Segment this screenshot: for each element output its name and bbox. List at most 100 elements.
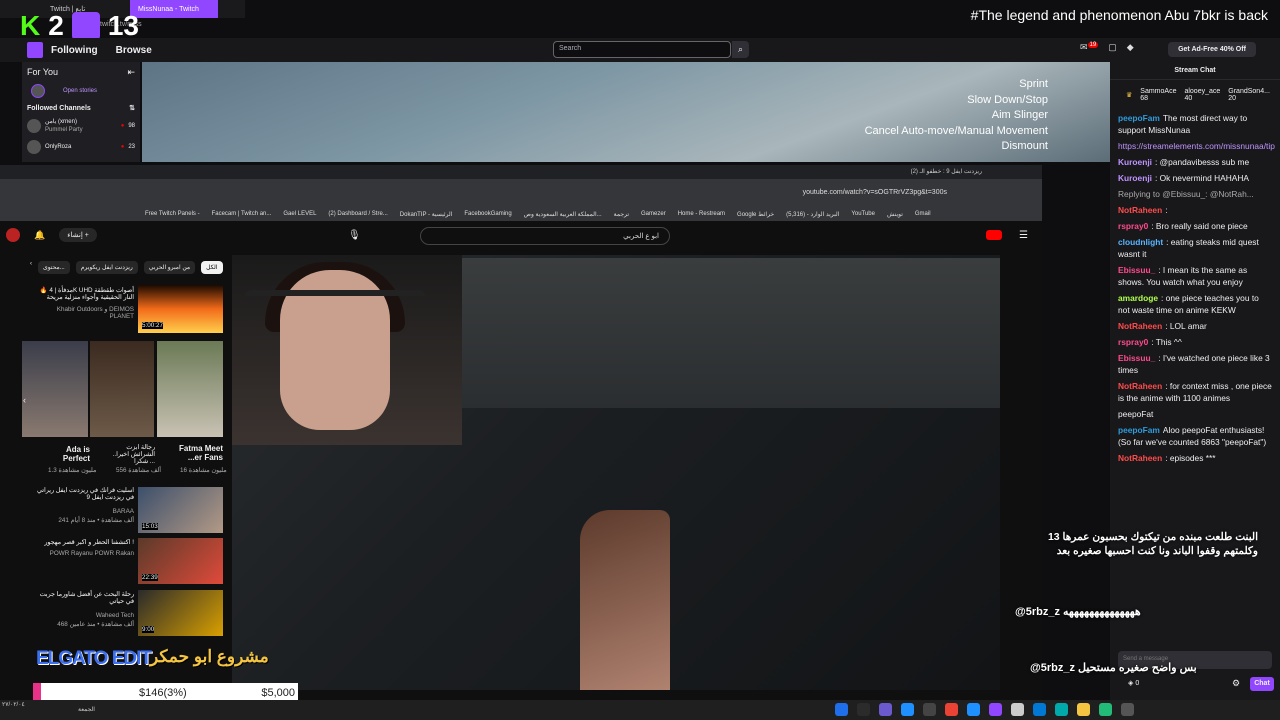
taskbar-app-icon[interactable] bbox=[1077, 703, 1090, 716]
chip-all[interactable]: الكل bbox=[201, 261, 223, 274]
taskbar-app-icon[interactable] bbox=[923, 703, 936, 716]
short-thumbnail[interactable] bbox=[90, 341, 154, 437]
mic-icon[interactable]: 🎙 bbox=[348, 230, 361, 241]
whispers-icon[interactable]: ▢ bbox=[1108, 42, 1117, 53]
chip[interactable]: من امبرو الحربي bbox=[143, 261, 196, 274]
chat-username[interactable]: NotRaheen bbox=[1118, 321, 1162, 331]
channel-points[interactable]: ◈ 0 bbox=[1128, 679, 1139, 687]
taskbar-app-icon[interactable] bbox=[1055, 703, 1068, 716]
short-thumbnail[interactable] bbox=[22, 341, 88, 437]
short-title[interactable]: Fatma Meet ...er Fans bbox=[173, 444, 223, 462]
chat-username[interactable]: Kuroenji bbox=[1118, 173, 1152, 183]
create-button[interactable]: إنشاء + bbox=[59, 228, 97, 242]
bookmark-item[interactable]: Gmail bbox=[915, 211, 931, 217]
chat-username[interactable]: Ebissuu_ bbox=[1118, 353, 1155, 363]
chat-send-button[interactable]: Chat bbox=[1250, 677, 1274, 691]
bookmark-item[interactable]: ترجمة bbox=[614, 211, 629, 218]
taskbar-app-icon[interactable] bbox=[1121, 703, 1134, 716]
taskbar-app-icon[interactable] bbox=[857, 703, 870, 716]
crown-icon[interactable]: ◆ bbox=[1127, 42, 1134, 53]
chat-username[interactable]: amardoge bbox=[1118, 293, 1158, 303]
viewer-count: 98 bbox=[128, 123, 135, 129]
nav-browse[interactable]: Browse bbox=[116, 45, 152, 56]
yt-search-input[interactable]: ابو ع الحربي bbox=[420, 227, 670, 245]
short-title[interactable]: رجالة ابزت الشرائش اخيرا.. شكرا ... bbox=[103, 444, 155, 465]
taskbar-app-icon[interactable] bbox=[967, 703, 980, 716]
taskbar-app-icon[interactable] bbox=[1011, 703, 1024, 716]
chat-username[interactable]: rspray0 bbox=[1118, 221, 1148, 231]
rec-title[interactable]: 🔥 مدفأة | 4K UHD أصوات طقطقة النار الحقي… bbox=[34, 286, 134, 301]
sidebar-channel[interactable]: يامن (xrnen) Pummel Party ● 98 bbox=[27, 118, 135, 134]
rec-title[interactable]: اسليت فرانك في ريزدنت ايفل ريراتي في ريز… bbox=[34, 487, 134, 501]
chat-username[interactable]: Kuroenji bbox=[1118, 157, 1152, 167]
elgato-edit-logo: ELGATO EDIT bbox=[36, 648, 152, 669]
chat-username[interactable]: rspray0 bbox=[1118, 337, 1148, 347]
chip[interactable]: ريزدنت ايفل ريكويرم bbox=[75, 261, 138, 274]
sort-icon[interactable]: ⇅ bbox=[129, 104, 135, 112]
notifications-icon[interactable]: ✉ 19 bbox=[1080, 42, 1099, 53]
yt-tab-title[interactable]: (2) ريزدنت ايفل 9 : خطفو الـ bbox=[911, 168, 982, 175]
twitch-search-input[interactable]: Search bbox=[553, 41, 731, 58]
tab-missnunaa[interactable]: MissNunaa - Twitch bbox=[130, 0, 218, 18]
twitch-glitch-icon[interactable] bbox=[27, 42, 43, 58]
taskbar-app-icon[interactable] bbox=[1033, 703, 1046, 716]
rec-title[interactable]: اكتشفنا الحظر و اكبر قصر مهجور ! bbox=[34, 539, 134, 546]
open-stories-link[interactable]: Open stories bbox=[63, 88, 97, 94]
collapse-icon[interactable]: ⇤ bbox=[127, 67, 135, 78]
menu-icon[interactable]: ☰ bbox=[1019, 230, 1028, 241]
chat-username[interactable]: peepoFam bbox=[1118, 113, 1160, 123]
chat-message: Replying to @Ebissuu_: @NotRah... bbox=[1110, 186, 1280, 202]
sidebar-channel[interactable]: OnlyRoza ● 23 bbox=[27, 140, 135, 154]
chat-username[interactable]: NotRaheen bbox=[1118, 381, 1162, 391]
taskbar-app-icon[interactable] bbox=[989, 703, 1002, 716]
taskbar-app-icon[interactable] bbox=[1099, 703, 1112, 716]
settings-gear-icon[interactable]: ⚙ bbox=[1232, 678, 1240, 689]
youtube-logo-icon[interactable] bbox=[986, 230, 1002, 240]
chat-message: NotRaheen: for context miss , one piece … bbox=[1110, 378, 1280, 406]
search-icon[interactable]: ⌕ bbox=[732, 41, 749, 58]
taskbar-app-icon[interactable] bbox=[901, 703, 914, 716]
short-thumbnail[interactable] bbox=[157, 341, 223, 437]
short-title[interactable]: Ada is Perfect bbox=[62, 445, 90, 463]
bookmark-item[interactable]: Gael LEVEL bbox=[283, 211, 316, 217]
chat-message: rspray0: This ^^ bbox=[1110, 334, 1280, 350]
bookmark-item[interactable]: المملكة العربية السعودية وص... bbox=[524, 211, 602, 218]
chat-message: Kuroenji: @pandavibesss sub me bbox=[1110, 154, 1280, 170]
bookmark-item[interactable]: Google خرائط bbox=[737, 211, 774, 218]
shorts-prev-icon[interactable]: ‹ bbox=[23, 395, 26, 405]
taskbar-day: الجمعة bbox=[78, 707, 95, 713]
chip[interactable]: محتوى... bbox=[38, 261, 70, 274]
taskbar-app-icon[interactable] bbox=[945, 703, 958, 716]
taskbar-app-icon[interactable] bbox=[879, 703, 892, 716]
bookmark-item[interactable]: Home - Restream bbox=[678, 211, 725, 217]
chat-username[interactable]: peepoFam bbox=[1118, 425, 1160, 435]
leader-name: SammoAce bbox=[1140, 88, 1177, 95]
chat-username[interactable]: NotRaheen bbox=[1118, 453, 1162, 463]
chat-username[interactable]: NotRaheen bbox=[1118, 205, 1162, 215]
chat-username[interactable]: Ebissuu_ bbox=[1118, 265, 1155, 275]
bookmark-item[interactable]: DokanTIP - الرئيسية bbox=[400, 211, 453, 218]
chat-text: peepoFat bbox=[1118, 409, 1154, 419]
yt-url[interactable]: youtube.com/watch?v=sOGTRrVZ3pg&t=300s bbox=[803, 189, 947, 196]
bookmark-item[interactable]: توينش bbox=[887, 211, 903, 218]
stories-row[interactable]: Open stories bbox=[31, 84, 135, 98]
bookmark-item[interactable]: FacebookGaming bbox=[464, 211, 511, 217]
avatar[interactable] bbox=[6, 228, 20, 242]
chat-text: : This ^^ bbox=[1151, 337, 1182, 347]
bookmark-item[interactable]: (5,316) - البريد الوارد bbox=[786, 211, 839, 218]
chat-message: NotRaheen: bbox=[1110, 202, 1280, 218]
chat-message: Ebissuu_: I've watched one piece like 3 … bbox=[1110, 350, 1280, 378]
bookmark-item[interactable]: Gamezer bbox=[641, 211, 666, 217]
chips-prev-icon[interactable]: ‹ bbox=[30, 261, 32, 274]
bookmark-item[interactable]: Facecam | Twitch an... bbox=[212, 211, 272, 217]
taskbar-app-icon[interactable] bbox=[835, 703, 848, 716]
rec-title[interactable]: رحلة البحث عن أفضل شاورما جربت في حياتي bbox=[34, 591, 134, 605]
bookmark-item[interactable]: (2) Dashboard / Stre... bbox=[328, 211, 387, 217]
bookmark-item[interactable]: YouTube bbox=[851, 211, 875, 217]
bookmark-item[interactable]: Free Twitch Panels - bbox=[145, 211, 200, 217]
crown-icon: ♛ bbox=[1126, 92, 1133, 99]
notifications-icon[interactable]: 🔔 bbox=[34, 230, 45, 241]
chat-username[interactable]: cloudnlight bbox=[1118, 237, 1163, 247]
nav-following[interactable]: Following bbox=[51, 45, 98, 56]
ad-free-button[interactable]: Get Ad-Free 40% Off bbox=[1168, 42, 1256, 57]
